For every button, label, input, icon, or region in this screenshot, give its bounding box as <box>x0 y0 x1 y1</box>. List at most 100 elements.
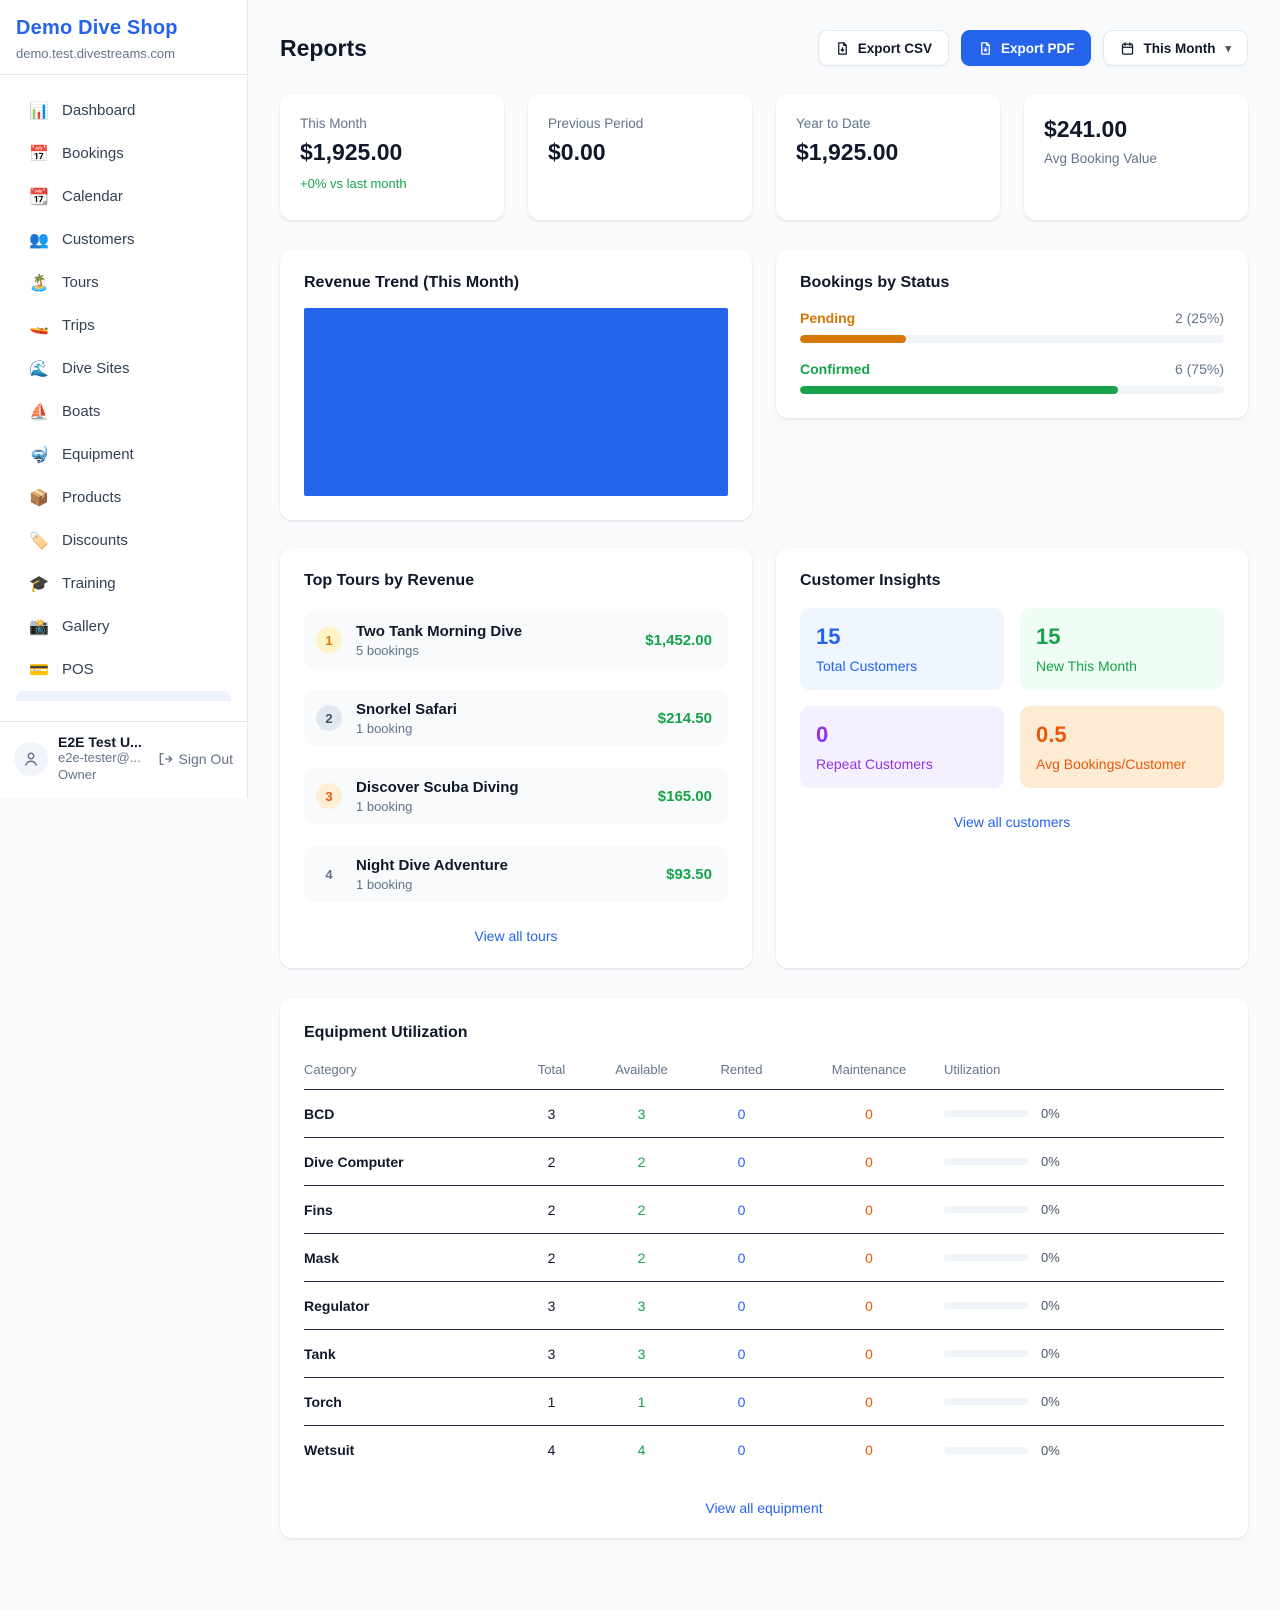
rank-badge: 2 <box>316 705 342 731</box>
cell-category: Wetsuit <box>304 1442 509 1458</box>
cell-rented: 0 <box>689 1442 794 1458</box>
export-csv-button[interactable]: Export CSV <box>818 30 949 66</box>
status-label-confirmed: Confirmed <box>800 361 870 377</box>
bookings-by-status-card: Bookings by Status Pending 2 (25%) Confi… <box>776 250 1248 418</box>
cell-maintenance: 0 <box>794 1250 944 1266</box>
cell-available: 2 <box>594 1154 689 1170</box>
dashboard-icon: 📊 <box>28 101 50 121</box>
utilization-percent: 0% <box>1041 1298 1060 1313</box>
sidebar-item-gallery[interactable]: 📸 Gallery <box>16 605 231 648</box>
sidebar-nav: 📊 Dashboard 📅 Bookings 📆 Calendar 👥 Cust… <box>0 75 247 701</box>
sidebar-item-label: Products <box>62 489 121 506</box>
graduation-cap-icon: 🎓 <box>28 574 50 594</box>
row-tours-insights: Top Tours by Revenue 1 Two Tank Morning … <box>280 548 1248 968</box>
tour-list-item: 1 Two Tank Morning Dive 5 bookings $1,45… <box>304 612 728 668</box>
sidebar-item-label: Training <box>62 575 116 592</box>
cell-total: 2 <box>509 1202 594 1218</box>
progress-fill-pending <box>800 335 906 343</box>
cell-available: 4 <box>594 1442 689 1458</box>
utilization-bar <box>944 1206 1029 1213</box>
cell-maintenance: 0 <box>794 1394 944 1410</box>
sidebar-item-calendar[interactable]: 📆 Calendar <box>16 175 231 218</box>
top-tours-card: Top Tours by Revenue 1 Two Tank Morning … <box>280 548 752 968</box>
revenue-trend-card: Revenue Trend (This Month) <box>280 250 752 520</box>
col-header-category: Category <box>304 1062 509 1077</box>
tour-name: Night Dive Adventure <box>356 857 652 874</box>
sidebar-item-trips[interactable]: 🚤 Trips <box>16 304 231 347</box>
progress-track <box>800 386 1224 394</box>
sidebar-item-label: Calendar <box>62 188 123 205</box>
sidebar-item-boats[interactable]: ⛵ Boats <box>16 390 231 433</box>
cell-utilization: 0% <box>944 1250 1224 1265</box>
cell-total: 2 <box>509 1250 594 1266</box>
cell-category: Fins <box>304 1202 509 1218</box>
cell-rented: 0 <box>689 1346 794 1362</box>
period-dropdown[interactable]: This Month ▾ <box>1103 30 1248 66</box>
tour-list-item: 3 Discover Scuba Diving 1 booking $165.0… <box>304 768 728 824</box>
insight-tiles: 15 Total Customers 15 New This Month 0 R… <box>800 608 1224 788</box>
calendar-icon: 📅 <box>28 144 50 164</box>
sidebar-item-dive-sites[interactable]: 🌊 Dive Sites <box>16 347 231 390</box>
sidebar-item-label: POS <box>62 661 94 678</box>
export-pdf-label: Export PDF <box>1001 41 1075 56</box>
cell-maintenance: 0 <box>794 1346 944 1362</box>
sidebar-item-pos[interactable]: 💳 POS <box>16 648 231 691</box>
tile-new-this-month: 15 New This Month <box>1020 608 1224 690</box>
sidebar-item-training[interactable]: 🎓 Training <box>16 562 231 605</box>
cell-utilization: 0% <box>944 1106 1224 1121</box>
progress-fill-confirmed <box>800 386 1118 394</box>
sidebar-item-customers[interactable]: 👥 Customers <box>16 218 231 261</box>
table-row: Regulator 3 3 0 0 0% <box>304 1282 1224 1330</box>
shop-subdomain: demo.test.divestreams.com <box>16 46 231 61</box>
stat-value: $1,925.00 <box>796 139 980 166</box>
tearoff-calendar-icon: 📆 <box>28 187 50 207</box>
sidebar-item-discounts[interactable]: 🏷️ Discounts <box>16 519 231 562</box>
cell-available: 2 <box>594 1250 689 1266</box>
sidebar-item-products[interactable]: 📦 Products <box>16 476 231 519</box>
user-panel: E2E Test U... e2e-tester@... Owner Sign … <box>0 721 247 798</box>
tour-name: Snorkel Safari <box>356 701 644 718</box>
cell-utilization: 0% <box>944 1202 1224 1217</box>
cell-available: 2 <box>594 1202 689 1218</box>
tour-revenue: $93.50 <box>666 866 712 883</box>
cell-rented: 0 <box>689 1154 794 1170</box>
header-actions: Export CSV Export PDF This Month ▾ <box>818 30 1248 66</box>
sign-out-button[interactable]: Sign Out <box>157 751 233 767</box>
export-pdf-button[interactable]: Export PDF <box>961 30 1092 66</box>
stat-delta: +0% vs last month <box>300 176 484 191</box>
tile-repeat-customers: 0 Repeat Customers <box>800 706 1004 788</box>
chevron-down-icon: ▾ <box>1225 42 1231 55</box>
tour-bookings: 5 bookings <box>356 643 631 658</box>
cell-available: 3 <box>594 1298 689 1314</box>
sidebar-item-reports-partial[interactable] <box>16 691 231 701</box>
top-tours-title: Top Tours by Revenue <box>304 572 728 590</box>
sidebar-item-dashboard[interactable]: 📊 Dashboard <box>16 89 231 132</box>
equipment-utilization-title: Equipment Utilization <box>304 1024 1224 1042</box>
shop-name: Demo Dive Shop <box>16 17 231 40</box>
status-count-confirmed: 6 (75%) <box>1175 361 1224 377</box>
view-all-equipment-link[interactable]: View all equipment <box>304 1500 1224 1516</box>
view-all-customers-link[interactable]: View all customers <box>800 814 1224 830</box>
view-all-tours-link[interactable]: View all tours <box>304 928 728 944</box>
tile-value: 15 <box>1036 624 1208 650</box>
utilization-percent: 0% <box>1041 1394 1060 1409</box>
stats-row: This Month $1,925.00 +0% vs last month P… <box>280 94 1248 220</box>
cell-rented: 0 <box>689 1298 794 1314</box>
wave-icon: 🌊 <box>28 359 50 379</box>
tour-name: Discover Scuba Diving <box>356 779 644 796</box>
sidebar-item-bookings[interactable]: 📅 Bookings <box>16 132 231 175</box>
sidebar-item-tours[interactable]: 🏝️ Tours <box>16 261 231 304</box>
utilization-bar <box>944 1110 1029 1117</box>
tour-bookings: 1 booking <box>356 721 644 736</box>
cell-category: Regulator <box>304 1298 509 1314</box>
stat-card-avg-booking-value: $241.00 Avg Booking Value <box>1024 94 1248 220</box>
sidebar-item-label: Discounts <box>62 532 128 549</box>
utilization-bar <box>944 1302 1029 1309</box>
avatar <box>14 742 48 776</box>
sidebar-item-equipment[interactable]: 🤿 Equipment <box>16 433 231 476</box>
sidebar-item-label: Dive Sites <box>62 360 130 377</box>
cell-maintenance: 0 <box>794 1106 944 1122</box>
table-row: Fins 2 2 0 0 0% <box>304 1186 1224 1234</box>
speedboat-icon: 🚤 <box>28 316 50 336</box>
cell-utilization: 0% <box>944 1443 1224 1458</box>
